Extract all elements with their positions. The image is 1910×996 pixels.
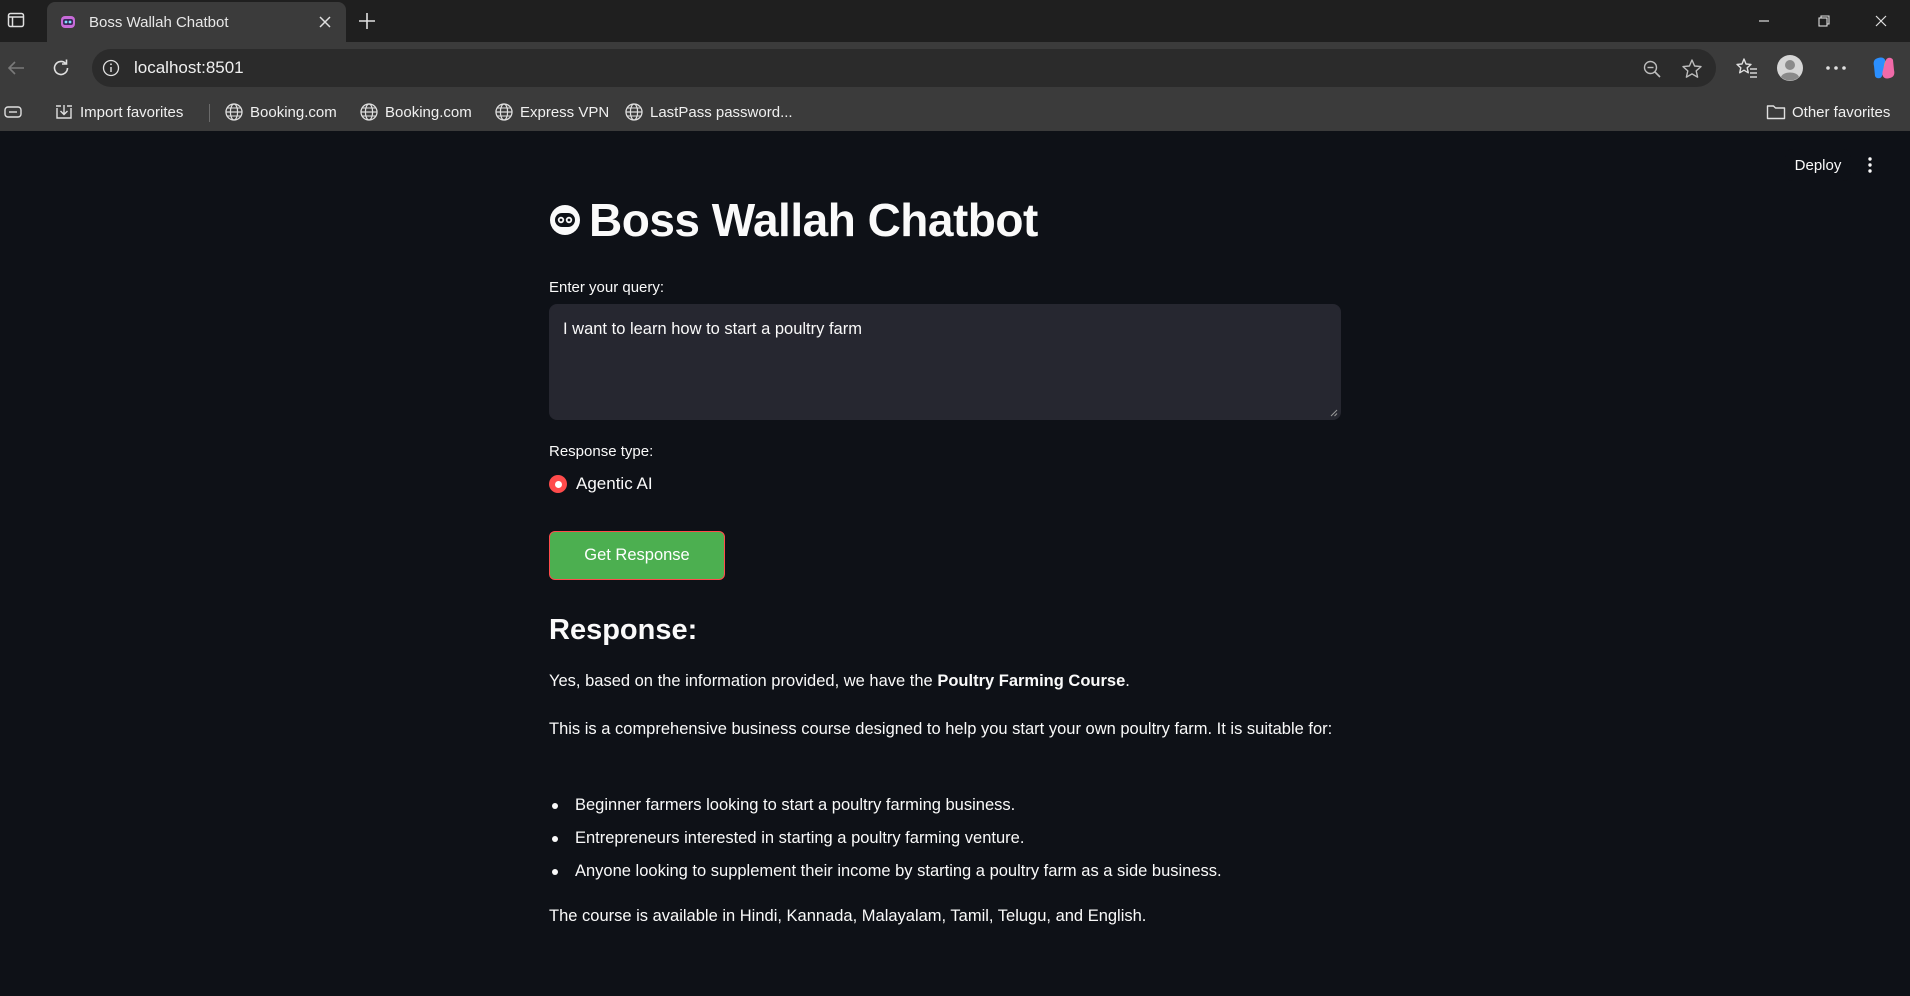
tab-title: Boss Wallah Chatbot [89,13,229,31]
star-icon[interactable] [1681,58,1703,80]
profile-icon[interactable] [1776,54,1804,82]
zoom-icon[interactable] [1641,58,1663,80]
favorite-other-label: Other favorites [1792,103,1891,121]
window-close-button[interactable] [1858,6,1904,36]
deploy-button[interactable]: Deploy [1785,149,1851,181]
favorite-import-label: Import favorites [80,103,184,121]
import-icon [56,105,72,119]
url-text[interactable]: localhost:8501 [134,58,244,78]
query-textarea[interactable]: I want to learn how to start a poultry f… [549,304,1341,420]
browser-titlebar: Boss Wallah Chatbot [0,0,1910,42]
page-title: Boss Wallah Chatbot [549,193,1038,247]
favorite-item-booking-1[interactable]: Booking.com [224,99,337,125]
page-title-text: Boss Wallah Chatbot [589,194,1038,246]
minimize-button[interactable] [1741,6,1787,36]
response-type-label: Response type: [549,443,654,460]
browser-tab[interactable]: Boss Wallah Chatbot [47,2,346,42]
query-label: Enter your query: [549,279,665,296]
folder-icon [1766,105,1786,120]
favorite-label: Express VPN [520,103,610,121]
favorites-icon[interactable] [1733,54,1761,82]
response-heading: Response: [549,614,698,646]
close-icon[interactable] [314,11,336,33]
back-arrow-icon[interactable] [2,54,30,82]
refresh-icon[interactable] [47,54,75,82]
response-intro: Yes, based on the information provided, … [549,667,1341,695]
favorite-label: LastPass password... [650,103,793,121]
favorite-label: Booking.com [250,103,337,121]
app-viewport: Deploy Boss Wallah Chatbot Enter your qu… [0,131,1910,996]
response-description: This is a comprehensive business course … [549,720,1333,738]
favorites-bar: Import favorites Booking.com Booking.com… [0,93,1910,131]
get-response-button[interactable]: Get Response [549,531,725,580]
sidebar-toggle-icon[interactable] [4,8,28,32]
address-bar[interactable]: localhost:8501 [92,49,1716,87]
resize-handle-icon[interactable] [1329,408,1338,417]
globe-icon [360,103,378,121]
tab-actions-icon[interactable] [4,99,28,125]
robot-icon [550,205,580,235]
list-item: Entrepreneurs interested in starting a p… [549,822,1341,855]
radio-label[interactable]: Agentic AI [576,474,653,494]
query-value[interactable]: I want to learn how to start a poultry f… [563,320,862,339]
response-languages: The course is available in Hindi, Kannad… [549,907,1147,925]
kebab-menu-icon[interactable] [1860,151,1880,179]
globe-icon [495,103,513,121]
copilot-icon[interactable] [1870,54,1898,82]
favorite-item-booking-2[interactable]: Booking.com [359,99,472,125]
robot-icon [61,16,75,28]
radio-selected-icon[interactable] [549,475,567,493]
info-icon[interactable] [101,58,121,78]
favorite-item-express-vpn[interactable]: Express VPN [494,99,609,125]
response-intro-suffix: . [1125,672,1130,690]
course-name: Poultry Farming Course [937,672,1126,690]
restore-button[interactable] [1801,6,1847,36]
favorite-other[interactable]: Other favorites [1766,99,1890,125]
more-icon[interactable] [1822,54,1850,82]
globe-icon [225,103,243,121]
favorites-divider [209,104,210,122]
audience-list: Beginner farmers looking to start a poul… [549,789,1341,888]
globe-icon [625,103,643,121]
browser-toolbar: localhost:8501 [0,42,1910,93]
response-intro-prefix: Yes, based on the information provided, … [549,672,938,690]
favorite-import[interactable]: Import favorites [54,99,183,125]
favorite-label: Booking.com [385,103,472,121]
favorite-item-lastpass[interactable]: LastPass password... [624,99,793,125]
radio-agentic-ai[interactable]: Agentic AI [549,474,653,494]
list-item: Anyone looking to supplement their incom… [549,855,1341,888]
list-item: Beginner farmers looking to start a poul… [549,789,1341,822]
plus-icon[interactable] [354,8,380,34]
